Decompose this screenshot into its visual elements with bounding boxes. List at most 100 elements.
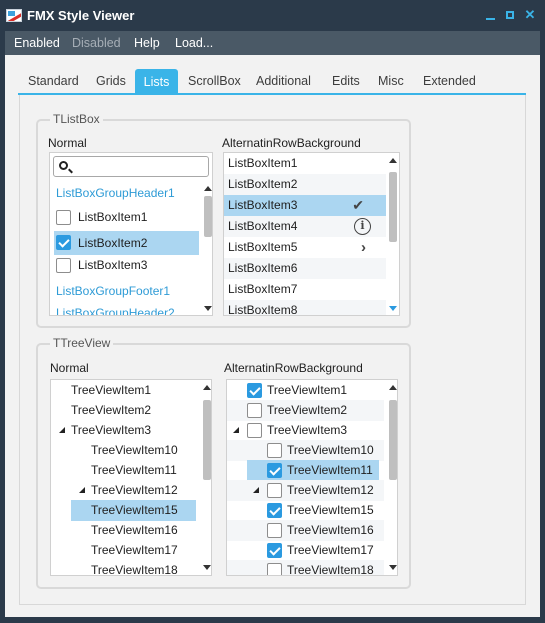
checkbox-checked[interactable] — [267, 463, 282, 478]
tab-scrollbox[interactable]: ScrollBox — [188, 74, 241, 88]
treeview-alternating[interactable]: TreeViewItem1 TreeViewItem2 TreeViewItem… — [226, 379, 398, 576]
list-item-label: ListBoxItem4 — [228, 219, 298, 233]
treeview-alt-label: AlternatinRowBackground — [224, 361, 363, 375]
tree-item[interactable]: TreeViewItem16 — [227, 520, 384, 541]
tree-item[interactable]: TreeViewItem18 — [227, 560, 384, 576]
tree-item[interactable]: TreeViewItem10 — [227, 440, 384, 461]
scroll-up-icon[interactable] — [203, 385, 211, 390]
tree-item[interactable]: TreeViewItem2 — [227, 400, 384, 421]
close-icon: ✕ — [524, 7, 536, 22]
listbox-alternating[interactable]: ListBoxItem1 ListBoxItem2 ListBoxItem3 ✔… — [223, 152, 400, 316]
menu-help[interactable]: Help — [134, 36, 160, 50]
checkbox[interactable] — [247, 423, 262, 438]
checkbox[interactable] — [56, 258, 71, 273]
tab-lists[interactable]: Lists — [135, 69, 178, 95]
list-item[interactable]: ListBoxItem1 — [224, 153, 386, 174]
checkbox[interactable] — [267, 483, 282, 498]
info-icon[interactable]: i — [354, 218, 371, 235]
tab-standard[interactable]: Standard — [28, 74, 79, 88]
scroll-down-icon[interactable] — [204, 306, 212, 311]
tree-item[interactable]: TreeViewItem17 — [227, 540, 384, 561]
minimize-icon — [485, 18, 495, 20]
scroll-down-icon[interactable] — [389, 565, 397, 570]
search-input[interactable] — [53, 156, 209, 177]
expand-arrow-icon[interactable] — [253, 487, 259, 493]
expand-arrow-icon[interactable] — [233, 427, 239, 433]
tree-item[interactable]: TreeViewItem12 — [227, 480, 384, 501]
scrollbar-thumb[interactable] — [204, 196, 212, 237]
tree-item[interactable]: TreeViewItem3 — [227, 420, 384, 441]
check-accessory-icon: ✔ — [352, 197, 364, 213]
minimize-button[interactable] — [482, 7, 498, 23]
maximize-button[interactable] — [502, 7, 518, 23]
tree-item-selected[interactable]: TreeViewItem15 — [71, 500, 196, 521]
expand-arrow-icon[interactable] — [79, 487, 85, 493]
listbox-alt-label: AlternatinRowBackground — [222, 136, 361, 150]
tree-item-label: TreeViewItem11 — [287, 463, 373, 477]
checkbox-checked[interactable] — [247, 383, 262, 398]
tab-extended[interactable]: Extended — [423, 74, 476, 88]
expand-arrow-icon[interactable] — [59, 427, 65, 433]
list-item[interactable]: ListBoxItem2 — [224, 174, 386, 195]
list-item-selected[interactable]: ListBoxItem3 ✔ — [224, 195, 386, 216]
scroll-up-icon[interactable] — [204, 186, 212, 191]
tree-item-label: TreeViewItem18 — [287, 563, 374, 576]
tree-item[interactable]: TreeViewItem16 — [91, 520, 178, 541]
listbox-normal[interactable]: ListBoxGroupHeader1 ListBoxItem1 ListBox… — [49, 152, 213, 316]
tab-grids[interactable]: Grids — [96, 74, 126, 88]
maximize-icon — [506, 11, 514, 19]
tab-misc[interactable]: Misc — [378, 74, 404, 88]
list-item-label: ListBoxItem3 — [228, 198, 298, 212]
tree-item[interactable]: TreeViewItem12 — [91, 480, 178, 501]
tree-item[interactable]: TreeViewItem10 — [91, 440, 178, 461]
list-item[interactable]: ListBoxItem3 — [50, 255, 200, 276]
tree-item[interactable]: TreeViewItem15 — [227, 500, 384, 521]
list-item[interactable]: ListBoxItem5 › — [224, 237, 386, 258]
tree-item-selected[interactable]: TreeViewItem11 — [247, 460, 379, 481]
tree-item[interactable]: TreeViewItem18 — [91, 560, 178, 575]
tab-edits[interactable]: Edits — [332, 74, 360, 88]
tree-item[interactable]: TreeViewItem2 — [71, 400, 151, 421]
checkbox[interactable] — [247, 403, 262, 418]
scrollbar-thumb[interactable] — [389, 172, 397, 242]
scrollbar-thumb[interactable] — [203, 400, 211, 480]
checkbox[interactable] — [267, 443, 282, 458]
checkbox-checked[interactable] — [56, 235, 71, 250]
checkbox-checked[interactable] — [267, 503, 282, 518]
tree-item[interactable]: TreeViewItem1 — [227, 380, 384, 401]
list-item[interactable]: ListBoxItem1 — [50, 207, 200, 228]
tree-item-label: TreeViewItem16 — [287, 523, 374, 537]
tree-item-label: TreeViewItem1 — [267, 383, 348, 397]
checkbox[interactable] — [267, 523, 282, 538]
app-icon — [6, 9, 22, 22]
list-item-selected[interactable]: ListBoxItem2 — [54, 231, 199, 255]
scroll-up-icon[interactable] — [389, 385, 397, 390]
list-item[interactable]: ListBoxItem6 — [224, 258, 386, 279]
list-item[interactable]: ListBoxItem4 i — [224, 216, 386, 237]
menu-load[interactable]: Load... — [175, 36, 213, 50]
tree-item[interactable]: TreeViewItem1 — [71, 380, 151, 401]
tree-item-label: TreeViewItem2 — [267, 403, 348, 417]
checkbox[interactable] — [267, 563, 282, 575]
tab-additional[interactable]: Additional — [256, 74, 311, 88]
tree-item[interactable]: TreeViewItem11 — [91, 460, 177, 481]
treeview-normal[interactable]: TreeViewItem1 TreeViewItem2 TreeViewItem… — [50, 379, 212, 576]
menu-enabled[interactable]: Enabled — [14, 36, 60, 50]
list-group-header: ListBoxGroupHeader2 — [56, 306, 175, 316]
menu-disabled[interactable]: Disabled — [72, 36, 121, 50]
scroll-down-icon[interactable] — [389, 306, 397, 311]
scroll-up-icon[interactable] — [389, 158, 397, 163]
checkbox[interactable] — [56, 210, 71, 225]
close-button[interactable]: ✕ — [522, 7, 538, 23]
list-item[interactable]: ListBoxItem8 — [224, 300, 386, 315]
tree-item[interactable]: TreeViewItem17 — [91, 540, 178, 561]
title-bar: FMX Style Viewer ✕ — [0, 0, 545, 31]
scrollbar-thumb[interactable] — [389, 400, 397, 480]
window-title: FMX Style Viewer — [27, 8, 135, 23]
tree-item-label: TreeViewItem15 — [287, 503, 374, 517]
checkbox-checked[interactable] — [267, 543, 282, 558]
list-item[interactable]: ListBoxItem7 — [224, 279, 386, 300]
tree-item[interactable]: TreeViewItem3 — [71, 420, 151, 441]
scroll-down-icon[interactable] — [203, 565, 211, 570]
list-item-label: ListBoxItem1 — [78, 210, 148, 224]
